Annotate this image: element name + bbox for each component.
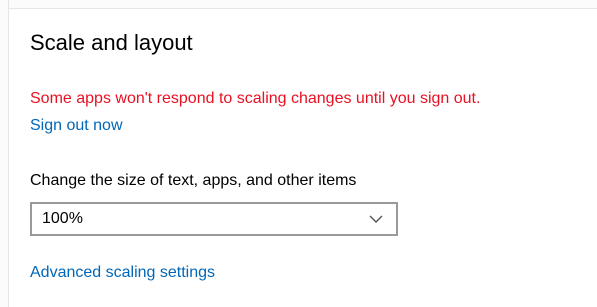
- scale-dropdown-value: 100%: [42, 210, 83, 227]
- advanced-scaling-settings-link[interactable]: Advanced scaling settings: [30, 264, 215, 282]
- settings-page: Scale and layout Some apps won't respond…: [0, 0, 597, 307]
- section-title: Scale and layout: [30, 30, 193, 55]
- chevron-down-icon: [369, 215, 383, 223]
- window-frame-top: [0, 0, 597, 9]
- scale-dropdown[interactable]: 100%: [30, 202, 398, 236]
- window-frame-left: [0, 0, 9, 307]
- scale-setting-label: Change the size of text, apps, and other…: [30, 172, 357, 189]
- sign-out-warning: Some apps won't respond to scaling chang…: [30, 90, 481, 107]
- sign-out-now-link[interactable]: Sign out now: [30, 117, 123, 135]
